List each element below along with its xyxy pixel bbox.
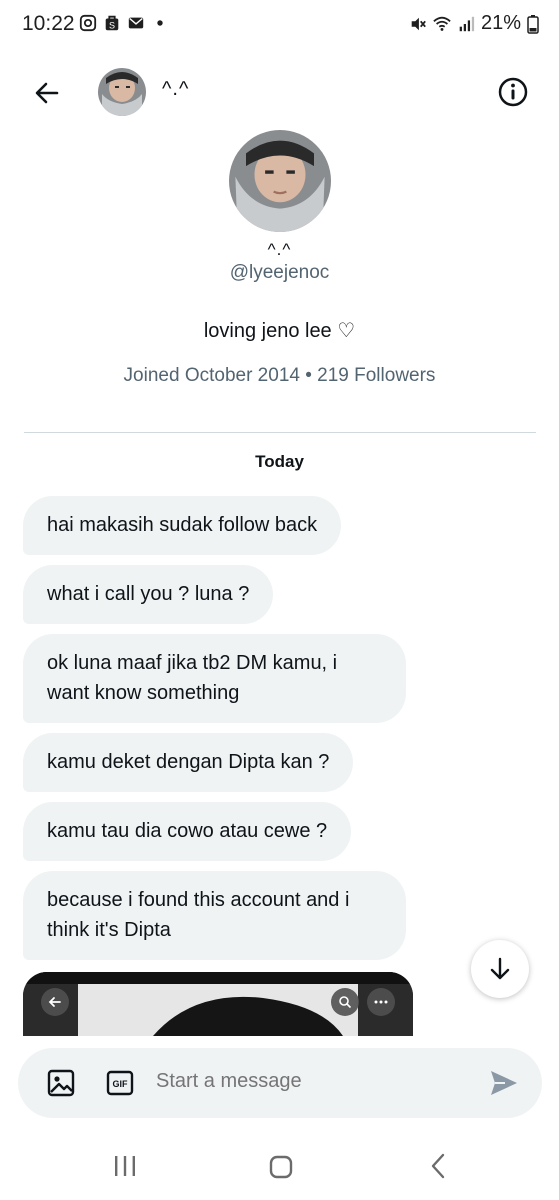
back-button[interactable] [28, 74, 66, 112]
shopping-bag-icon: S [105, 15, 119, 30]
date-label: Today [255, 452, 304, 471]
status-bar: 10:22 S 21% [0, 0, 559, 48]
image-back-button[interactable] [41, 988, 69, 1016]
send-icon[interactable] [488, 1067, 520, 1099]
header-avatar[interactable] [98, 68, 146, 116]
profile-avatar[interactable] [228, 130, 331, 232]
chevron-left-icon[interactable] [428, 1152, 448, 1180]
profile-name: ^.^ [267, 240, 292, 259]
profile-summary: ^.^ @lyeejenoc loving jeno lee ♡ Joined … [0, 130, 559, 387]
message-bubble[interactable]: kamu deket dengan Dipta kan ? [23, 733, 354, 792]
info-button[interactable] [495, 74, 531, 110]
message-bubble[interactable]: hai makasih sudak follow back [23, 496, 342, 555]
profile-meta: Joined October 2014 • 219 Followers [123, 365, 436, 386]
battery-icon [527, 14, 539, 34]
notification-icons: S [79, 14, 169, 32]
recent-apps-icon[interactable] [112, 1154, 138, 1178]
home-icon[interactable] [268, 1154, 294, 1180]
message-composer: GIF [18, 1048, 542, 1118]
avatar-photo [228, 130, 331, 232]
arrow-down-icon [490, 957, 510, 980]
svg-text:S: S [109, 20, 115, 30]
scroll-to-bottom-button[interactable] [471, 940, 529, 998]
mail-icon [128, 17, 144, 29]
system-nav-bar [0, 1130, 559, 1200]
image-attachment[interactable] [23, 972, 413, 1036]
image-search-button[interactable] [331, 988, 359, 1016]
search-icon [339, 996, 352, 1009]
image-icon[interactable] [46, 1068, 76, 1098]
system-icons: 21% [409, 12, 539, 35]
signal-icon [459, 16, 475, 31]
message-bubble[interactable]: ok luna maaf jika tb2 DM kamu, i want kn… [23, 634, 406, 723]
wifi-icon [433, 16, 451, 31]
battery-percent: 21% [480, 12, 521, 34]
message-bubble[interactable]: because i found this account and i think… [23, 871, 406, 960]
avatar-photo [98, 68, 146, 116]
message-list: hai makasih sudak follow back what i cal… [23, 496, 423, 970]
message-input[interactable] [156, 1070, 456, 1093]
message-bubble[interactable]: kamu tau dia cowo atau cewe ? [23, 802, 352, 861]
more-icon [374, 1000, 388, 1004]
dot-icon [157, 20, 163, 26]
divider [24, 432, 536, 433]
gif-label: GIF [113, 1079, 129, 1089]
info-icon [498, 77, 528, 107]
image-more-button[interactable] [367, 988, 395, 1016]
message-bubble[interactable]: what i call you ? luna ? [23, 565, 274, 624]
gif-icon[interactable]: GIF [106, 1069, 134, 1097]
conversation-header: ^.^ [0, 60, 559, 124]
profile-handle[interactable]: @lyeejenoc [0, 262, 559, 284]
header-name[interactable]: ^.^ [162, 78, 189, 101]
mute-icon [411, 17, 426, 30]
instagram-icon [79, 14, 97, 32]
status-time: 10:22 [22, 12, 75, 35]
arrow-left-icon [48, 997, 61, 1007]
profile-bio: loving jeno lee ♡ [203, 320, 356, 342]
arrow-left-icon [35, 82, 59, 104]
